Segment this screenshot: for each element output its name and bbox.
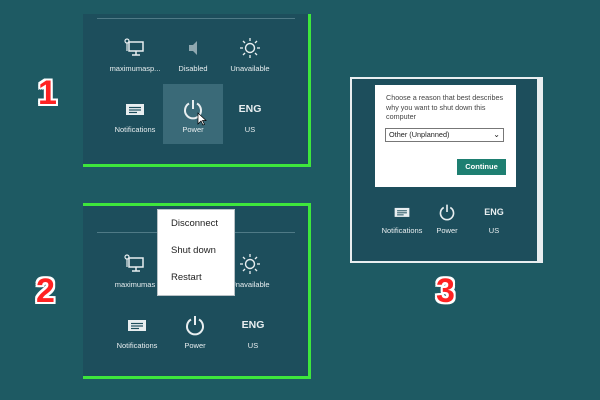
- tile-label: US: [244, 125, 256, 134]
- shutdown-reason-dialog: Choose a reason that best describes why …: [375, 85, 516, 187]
- network-icon: [124, 254, 144, 272]
- dialog-prompt: Choose a reason that best describes why …: [386, 93, 504, 121]
- select-value: Other (Unplanned): [389, 129, 450, 139]
- network-tile[interactable]: maximumasp...: [105, 37, 165, 74]
- tile-label: Power: [436, 226, 458, 235]
- tile-label: Unavailable: [230, 64, 270, 73]
- tile-label: Unavailable: [230, 280, 270, 289]
- keyboard-language-tile[interactable]: ENG US: [220, 98, 280, 135]
- tile-label: maximumasp...: [109, 64, 161, 73]
- tile-label: US: [488, 226, 500, 235]
- speaker-icon: [189, 41, 197, 55]
- brightness-icon: [240, 254, 260, 274]
- language-code: ENG: [241, 319, 265, 331]
- power-icon: [439, 204, 455, 221]
- volume-tile[interactable]: Disabled: [163, 37, 223, 74]
- menu-item-disconnect[interactable]: Disconnect: [158, 210, 234, 237]
- notifications-icon: [394, 207, 410, 217]
- network-icon: [124, 38, 144, 56]
- reason-select[interactable]: Other (Unplanned) ⌄: [385, 127, 504, 142]
- tile-label: US: [247, 341, 259, 350]
- brightness-tile[interactable]: Unavailable: [220, 37, 280, 74]
- notifications-tile[interactable]: Notifications: [107, 314, 167, 351]
- separator: [97, 18, 295, 19]
- tile-label: Notifications: [116, 341, 158, 350]
- keyboard-language-tile[interactable]: ENG US: [223, 314, 283, 351]
- tile-label: maximumas: [114, 280, 156, 289]
- keyboard-language-tile[interactable]: ENG US: [464, 203, 524, 236]
- power-tile[interactable]: Power: [165, 314, 225, 351]
- notifications-icon: [126, 104, 144, 115]
- tile-label: Power: [184, 341, 206, 350]
- power-icon: [186, 316, 204, 336]
- notifications-icon: [128, 320, 146, 331]
- menu-item-restart[interactable]: Restart: [158, 264, 234, 291]
- power-tile[interactable]: Power: [163, 84, 223, 144]
- language-code: ENG: [484, 207, 504, 217]
- step-number-3: 3: [436, 272, 455, 310]
- tile-label: Disabled: [178, 64, 208, 73]
- continue-button[interactable]: Continue: [457, 159, 506, 175]
- menu-item-shut-down[interactable]: Shut down: [158, 237, 234, 264]
- notifications-tile[interactable]: Notifications: [105, 98, 165, 135]
- step-number-2: 2: [36, 272, 55, 310]
- mouse-cursor-icon: [197, 112, 207, 126]
- screen-1-settings-panel: maximumasp... Disabled Unavailable Notif…: [83, 14, 311, 167]
- step-number-1: 1: [38, 74, 57, 112]
- chevron-down-icon: ⌄: [493, 129, 500, 139]
- tile-label: Notifications: [114, 125, 156, 134]
- brightness-icon: [240, 38, 260, 58]
- language-code: ENG: [238, 103, 262, 115]
- power-menu: Disconnect Shut down Restart: [157, 209, 235, 296]
- network-tile[interactable]: maximumas: [105, 253, 165, 290]
- tile-label: Power: [182, 125, 204, 134]
